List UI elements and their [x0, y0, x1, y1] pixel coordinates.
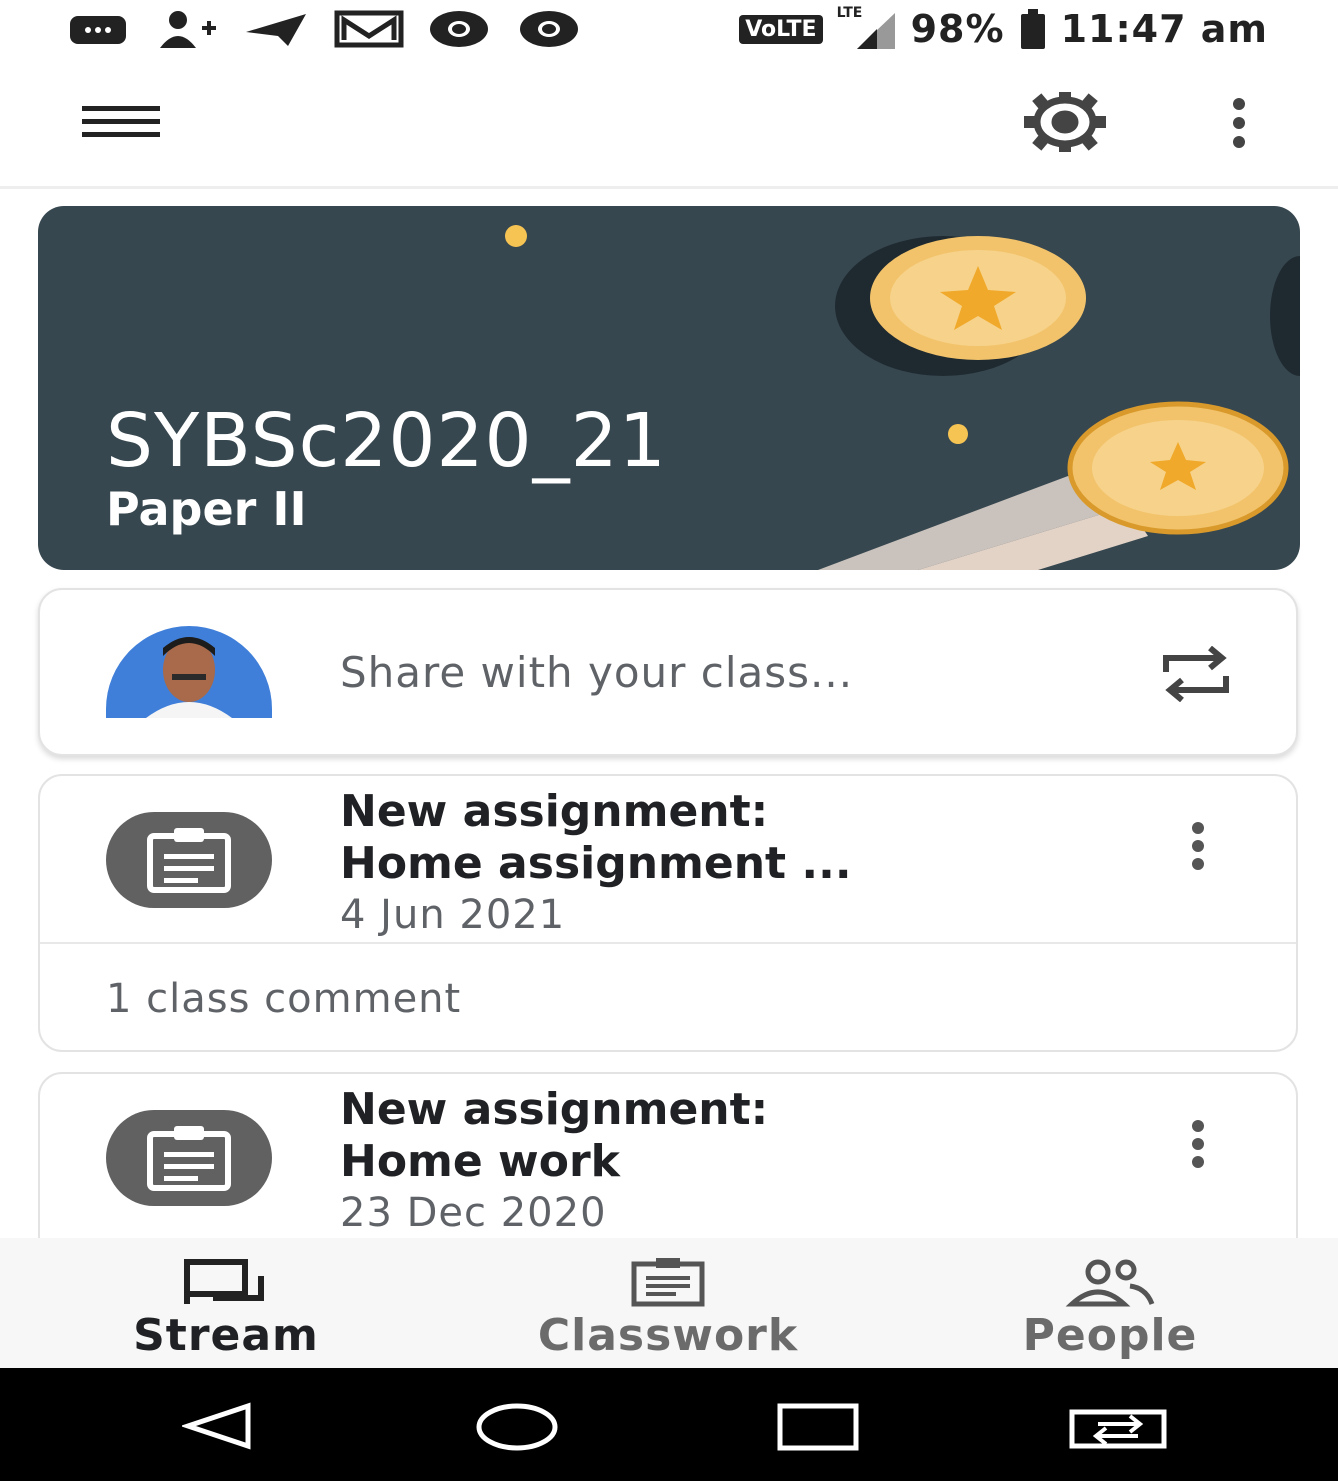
post-more-icon[interactable]	[1178, 1114, 1218, 1184]
stream-icon	[184, 1259, 264, 1304]
message-icon	[70, 16, 126, 44]
battery-icon	[1020, 9, 1045, 49]
assignment-avatar	[106, 1110, 272, 1206]
post-date: 23 Dec 2020	[340, 1190, 607, 1236]
people-icon	[1065, 1259, 1155, 1307]
status-bar: VoLTE LTE 98% 11:47 am	[0, 0, 1338, 62]
post-date: 4 Jun 2021	[340, 892, 566, 938]
volte-badge: VoLTE	[739, 14, 823, 44]
tab-classwork-label: Classwork	[537, 1310, 799, 1361]
home-icon[interactable]	[474, 1402, 560, 1452]
recents-icon[interactable]	[776, 1402, 860, 1452]
post-card[interactable]: New assignment: Home assignment ... 4 Ju…	[38, 774, 1298, 1052]
assignment-avatar	[106, 812, 272, 908]
post-title-line1: New assignment:	[340, 1084, 769, 1135]
classwork-icon	[631, 1258, 705, 1307]
chrome-icon	[430, 11, 488, 47]
contact-add-icon	[160, 11, 216, 48]
assignment-icon	[147, 828, 231, 893]
more-vert-icon[interactable]	[1226, 98, 1252, 148]
signal-indicator: LTE	[837, 5, 897, 49]
back-icon[interactable]	[182, 1402, 254, 1450]
avatar	[106, 626, 272, 718]
tab-classwork[interactable]: Classwork	[490, 1238, 846, 1368]
post-title-line2: Home assignment ...	[340, 838, 852, 889]
battery-percent: 98%	[910, 7, 1005, 51]
class-title: SYBSc2020_21	[106, 398, 667, 484]
comment-row[interactable]: 1 class comment	[40, 942, 1296, 1054]
app-bar	[0, 62, 1338, 189]
class-comment-count[interactable]: 1 class comment	[106, 976, 461, 1022]
chrome-icon	[520, 11, 578, 47]
telegram-icon	[246, 14, 306, 46]
menu-icon[interactable]	[82, 102, 160, 142]
share-input[interactable]: Share with your class...	[340, 648, 853, 697]
class-banner[interactable]: SYBSc2020_21 Paper II	[38, 206, 1300, 570]
repost-icon[interactable]	[1158, 646, 1234, 702]
post-title-line2: Home work	[340, 1136, 620, 1187]
screen-switch-icon[interactable]	[1068, 1406, 1168, 1450]
gmail-icon	[334, 10, 404, 48]
share-card[interactable]: Share with your class...	[38, 588, 1298, 756]
tab-stream[interactable]: Stream	[104, 1238, 348, 1368]
tab-people-label: People	[1022, 1310, 1198, 1361]
post-title-line1: New assignment:	[340, 786, 769, 837]
post-more-icon[interactable]	[1178, 816, 1218, 886]
clock: 11:47 am	[1060, 7, 1268, 51]
settings-icon[interactable]	[1022, 90, 1108, 154]
signal-icon	[856, 13, 895, 49]
assignment-icon	[147, 1126, 231, 1191]
tab-people[interactable]: People	[994, 1238, 1226, 1368]
system-navigation-bar	[0, 1368, 1338, 1481]
class-section: Paper II	[106, 482, 307, 536]
tab-stream-label: Stream	[133, 1310, 319, 1361]
bottom-navigation: Stream Classwork People	[0, 1238, 1338, 1368]
